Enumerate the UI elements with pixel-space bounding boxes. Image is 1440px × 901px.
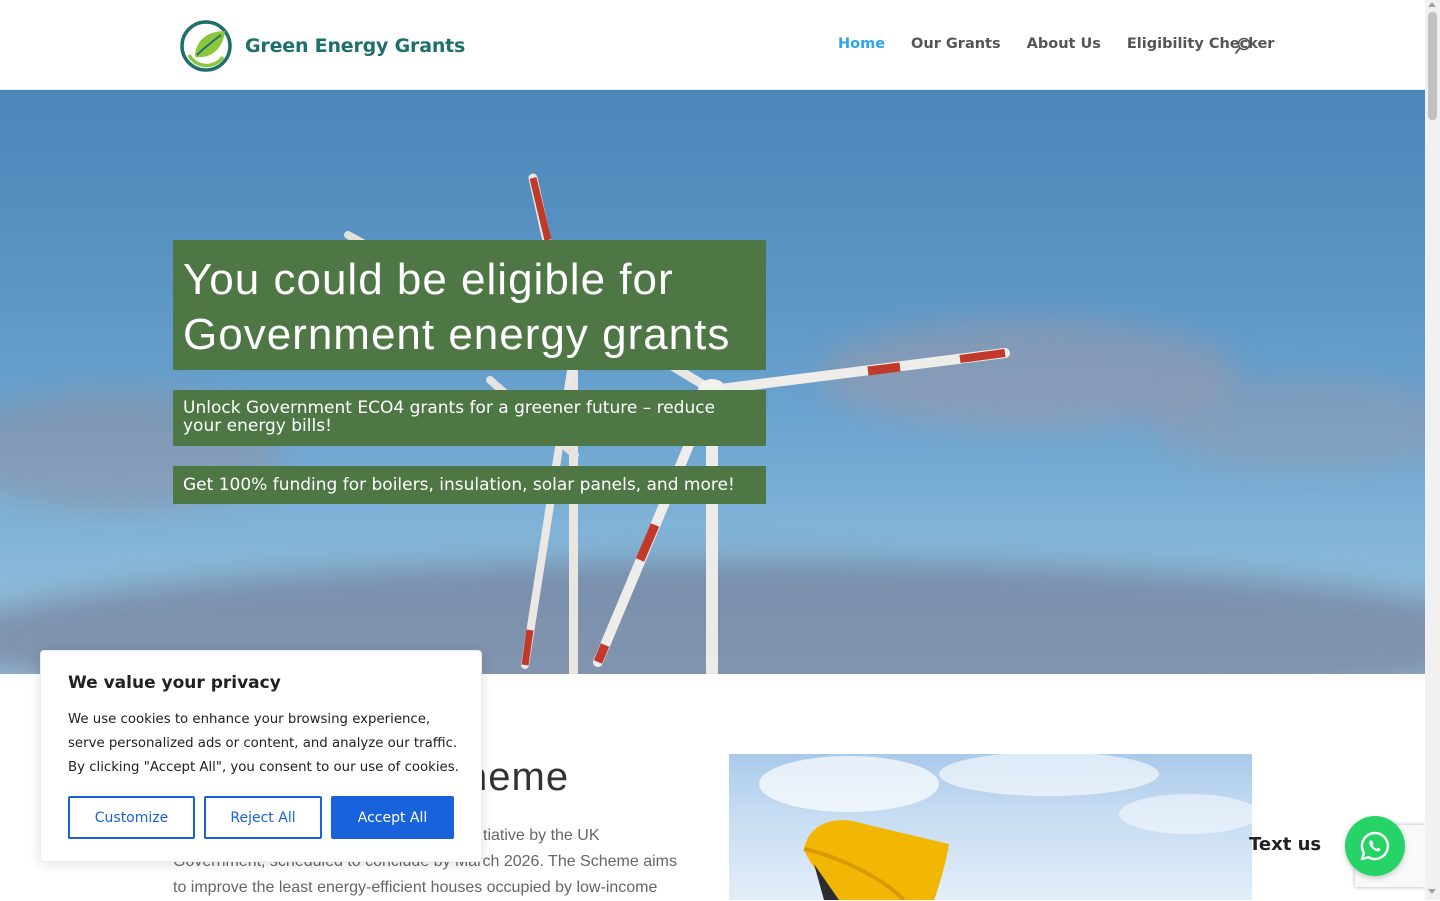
page-scrollbar[interactable] [1425,0,1440,900]
customize-button[interactable]: Customize [68,796,195,839]
whatsapp-icon [1360,831,1390,861]
leaf-circle-icon [180,20,232,72]
accept-all-button[interactable]: Accept All [331,796,454,839]
cookie-title: We value your privacy [68,673,281,693]
scroll-up-arrow-icon[interactable] [1428,2,1436,7]
site-header: Green Energy Grants Home Our Grants Abou… [0,0,1425,90]
hero-tagline: Get 100% funding for boilers, insulation… [183,475,735,495]
worker-image [729,754,1252,900]
cookie-consent-banner: We value your privacy We use cookies to … [40,650,482,862]
text-us-label[interactable]: Text us [1249,834,1321,855]
search-icon[interactable] [1233,36,1253,56]
wind-turbines-image [344,173,1010,674]
site-logo[interactable]: Green Energy Grants [179,19,465,73]
scroll-thumb[interactable] [1428,12,1437,120]
hero-section: You could be eligible for Government ene… [0,90,1425,674]
reject-all-button[interactable]: Reject All [204,796,322,839]
scroll-down-arrow-icon[interactable] [1428,889,1436,894]
whatsapp-chat-button[interactable] [1345,816,1405,876]
hard-hat-worker-image [759,754,1252,900]
brand-name: Green Energy Grants [245,35,466,57]
hero-subheading-box: Unlock Government ECO4 grants for a gree… [173,390,766,446]
nav-about-us[interactable]: About Us [1027,36,1101,52]
nav-our-grants[interactable]: Our Grants [911,36,1001,52]
hero-subheading: Unlock Government ECO4 grants for a gree… [183,398,716,436]
hero-headline-box: You could be eligible for Government ene… [173,240,766,370]
nav-home[interactable]: Home [838,36,885,52]
hero-headline: You could be eligible for Government ene… [183,255,731,359]
cookie-text: We use cookies to enhance your browsing … [68,712,459,775]
main-nav: Home Our Grants About Us Eligibility Che… [838,36,1300,52]
hero-tagline-box: Get 100% funding for boilers, insulation… [173,466,766,504]
